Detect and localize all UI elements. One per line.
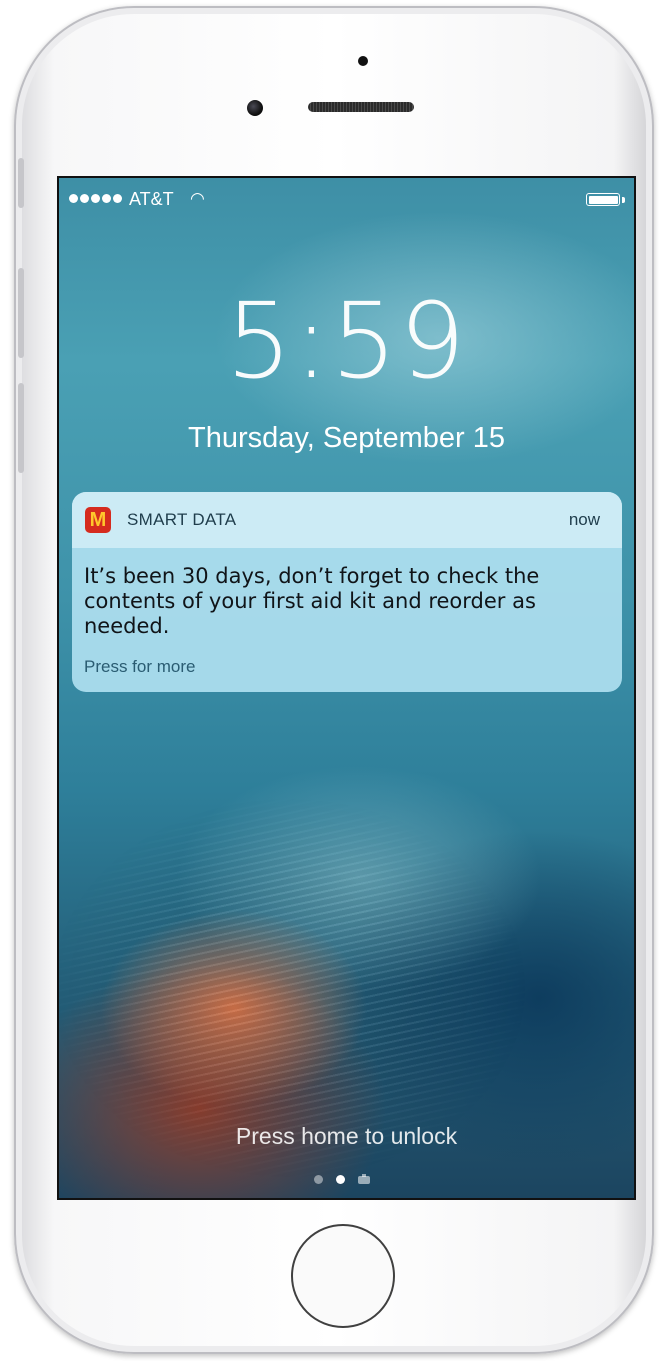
status-bar: AT&T ◠ xyxy=(69,188,626,210)
page-indicator xyxy=(314,1174,370,1184)
front-camera xyxy=(247,100,263,116)
camera-icon xyxy=(358,1174,370,1184)
notification-app-name: SMART DATA xyxy=(127,510,237,529)
proximity-sensor xyxy=(358,56,368,66)
home-button[interactable] xyxy=(291,1224,395,1328)
notification-message: It’s been 30 days, don’t forget to check… xyxy=(84,564,540,638)
notification-header: M SMART DATA now xyxy=(72,492,622,548)
lock-screen[interactable]: AT&T ◠ 5:59 Thursday, September 15 M SMA… xyxy=(57,176,636,1200)
carrier-name: AT&T xyxy=(129,189,174,209)
lock-screen-time: 5:59 xyxy=(225,280,468,402)
notification-card[interactable]: M SMART DATA now It’s been 30 days, don’… xyxy=(72,492,622,692)
notification-time: now xyxy=(568,510,600,529)
page-dot xyxy=(314,1174,323,1184)
notification-action-hint: Press for more xyxy=(84,657,196,676)
page-dot-active xyxy=(336,1174,345,1184)
volume-up-button xyxy=(18,268,24,358)
signal-strength-icon xyxy=(69,194,122,203)
lock-screen-date: Thursday, September 15 xyxy=(187,422,506,454)
mcdonalds-logo-icon: M xyxy=(85,507,111,533)
wifi-icon: ◠ xyxy=(190,189,205,208)
volume-down-button xyxy=(18,383,24,473)
earpiece-speaker xyxy=(308,102,414,112)
unlock-hint: Press home to unlock xyxy=(235,1123,458,1149)
battery-full-icon xyxy=(586,193,620,206)
silent-switch xyxy=(18,158,24,208)
battery-cap xyxy=(622,197,625,203)
